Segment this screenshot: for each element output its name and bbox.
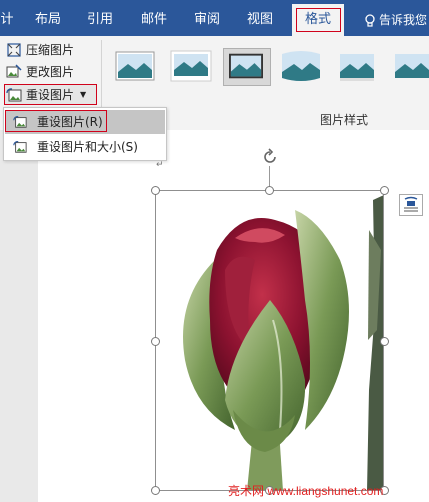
resize-handle-right[interactable] — [380, 337, 389, 346]
tell-me-text: 告诉我您 — [379, 13, 428, 27]
tab-view[interactable]: 视图 — [240, 0, 280, 36]
picture-style-thumb[interactable] — [112, 48, 158, 84]
layout-options-icon — [404, 196, 418, 212]
paragraph-mark-icon: ↵ — [156, 160, 164, 170]
reset-picture-icon — [6, 88, 22, 102]
menu-item-reset-picture-size[interactable]: 重设图片和大小(S) — [5, 135, 165, 159]
tab-mailings[interactable]: 邮件 — [134, 0, 174, 36]
compress-pictures-button[interactable]: 压缩图片 — [6, 40, 74, 60]
rotate-handle-icon[interactable] — [260, 147, 280, 167]
document-margin — [0, 130, 38, 502]
picture-style-thumb[interactable] — [389, 48, 429, 84]
picture-style-thumb[interactable] — [278, 48, 324, 84]
reset-picture-menu-highlight — [5, 110, 107, 132]
chevron-down-icon[interactable]: ▼ — [80, 85, 86, 105]
resize-handle-top-left[interactable] — [151, 186, 160, 195]
change-picture-icon — [6, 64, 22, 78]
layout-options-button[interactable] — [399, 194, 423, 216]
picture-style-thumb[interactable] — [168, 48, 214, 84]
reset-picture-button[interactable]: 重设图片 ▼ — [6, 85, 86, 105]
tab-review[interactable]: 审阅 — [187, 0, 227, 36]
picture-style-thumb-selected[interactable] — [223, 48, 271, 86]
reset-picture-size-icon — [13, 141, 27, 153]
picture-styles-gallery — [105, 40, 429, 98]
reset-label: 重设图片 — [26, 88, 75, 102]
lightbulb-icon — [365, 13, 375, 27]
compress-label: 压缩图片 — [26, 43, 75, 57]
change-picture-button[interactable]: 更改图片 — [6, 62, 74, 82]
format-tab-highlight — [296, 8, 341, 32]
picture-style-thumb[interactable] — [334, 48, 380, 84]
ribbon-tab-bar: 计 布局 引用 邮件 审阅 视图 格式 告诉我您 — [0, 0, 429, 36]
resize-handle-top[interactable] — [265, 186, 274, 195]
menu-item-label: 重设图片和大小(S) — [37, 140, 138, 154]
watermark-text: 亮术网 www.liangshunet.com — [228, 484, 384, 498]
tab-partial[interactable]: 计 — [0, 0, 14, 36]
tab-references[interactable]: 引用 — [80, 0, 120, 36]
picture-selection-frame — [155, 190, 384, 491]
picture-styles-group-label: 图片样式 — [320, 113, 369, 127]
tab-layout[interactable]: 布局 — [28, 0, 68, 36]
tell-me-box[interactable]: 告诉我您 — [364, 0, 427, 36]
compress-icon — [7, 43, 21, 57]
resize-handle-left[interactable] — [151, 337, 160, 346]
resize-handle-bottom-left[interactable] — [151, 486, 160, 495]
change-label: 更改图片 — [26, 65, 75, 79]
resize-handle-top-right[interactable] — [380, 186, 389, 195]
